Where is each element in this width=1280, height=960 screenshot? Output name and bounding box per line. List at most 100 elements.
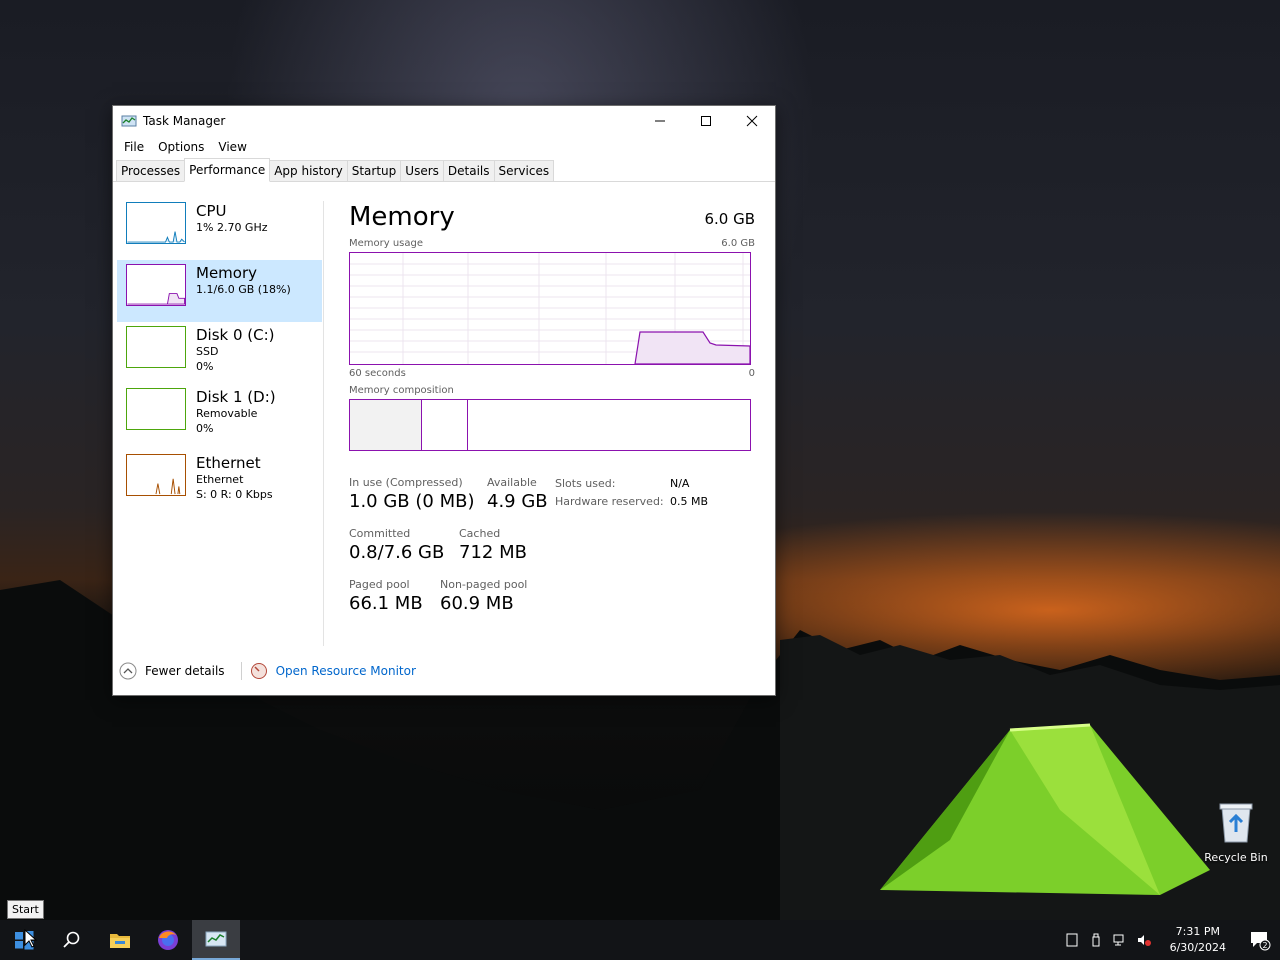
file-explorer-button[interactable] bbox=[96, 920, 144, 960]
composition-free bbox=[468, 400, 750, 450]
chevron-up-circle-icon[interactable] bbox=[119, 662, 137, 680]
disk1-title: Disk 1 (D:) bbox=[196, 388, 276, 406]
recycle-bin-label: Recycle Bin bbox=[1204, 851, 1268, 864]
tab-services[interactable]: Services bbox=[493, 160, 555, 181]
system-tray: 7:31 PM 6/30/2024 2 bbox=[1060, 920, 1280, 960]
tray-usb[interactable] bbox=[1084, 920, 1108, 960]
tray-volume[interactable] bbox=[1132, 920, 1156, 960]
window-title: Task Manager bbox=[143, 114, 226, 128]
tray-tablet[interactable] bbox=[1060, 920, 1084, 960]
close-icon bbox=[746, 115, 758, 127]
maximize-button[interactable] bbox=[683, 106, 729, 136]
tab-startup[interactable]: Startup bbox=[346, 160, 402, 181]
title-bar[interactable]: Task Manager bbox=[113, 106, 775, 136]
cpu-subtitle: 1% 2.70 GHz bbox=[196, 221, 268, 234]
minimize-icon bbox=[655, 120, 665, 122]
slots-used-label: Slots used: bbox=[555, 477, 616, 490]
disk0-usage: 0% bbox=[196, 360, 214, 373]
start-tooltip: Start bbox=[7, 900, 44, 919]
menu-file[interactable]: File bbox=[117, 140, 151, 154]
memory-total: 6.0 GB bbox=[704, 210, 755, 228]
firefox-button[interactable] bbox=[144, 920, 192, 960]
task-manager-taskbar-icon bbox=[205, 931, 227, 947]
cached-label: Cached bbox=[459, 527, 501, 540]
window-footer: Fewer details Open Resource Monitor bbox=[119, 662, 416, 680]
memory-composition-label: Memory composition bbox=[349, 385, 454, 396]
tent-image bbox=[880, 723, 1210, 895]
committed-value: 0.8/7.6 GB bbox=[349, 542, 445, 563]
notification-icon: 2 bbox=[1251, 932, 1271, 951]
action-center-button[interactable]: 2 bbox=[1240, 920, 1280, 960]
hardware-reserved-label: Hardware reserved: bbox=[555, 495, 664, 508]
ethernet-throughput: S: 0 R: 0 Kbps bbox=[196, 488, 273, 501]
memory-composition-bar bbox=[349, 399, 751, 451]
memory-subtitle: 1.1/6.0 GB (18%) bbox=[196, 283, 291, 296]
fewer-details-button[interactable]: Fewer details bbox=[145, 664, 225, 678]
recycle-bin-icon bbox=[1219, 803, 1253, 843]
disk0-type: SSD bbox=[196, 345, 219, 358]
in-use-label: In use (Compressed) bbox=[349, 476, 463, 489]
hardware-reserved-value: 0.5 MB bbox=[670, 495, 709, 508]
in-use-value: 1.0 GB (0 MB) bbox=[349, 491, 475, 512]
paged-pool-label: Paged pool bbox=[349, 578, 410, 591]
tab-details[interactable]: Details bbox=[442, 160, 495, 181]
menu-bar: File Options View bbox=[113, 136, 775, 158]
tablet-icon bbox=[1066, 933, 1078, 947]
memory-details-pane: Memory 6.0 GB Memory usage 6.0 GB 60 sec… bbox=[349, 198, 755, 655]
menu-options[interactable]: Options bbox=[151, 140, 211, 154]
available-label: Available bbox=[487, 476, 537, 489]
resource-item-disk-1[interactable]: Disk 1 (D:) Removable 0% bbox=[117, 384, 322, 450]
ethernet-thumbnail-graph bbox=[126, 454, 186, 496]
clock-time: 7:31 PM bbox=[1175, 925, 1220, 938]
resource-list: CPU 1% 2.70 GHz Memory 1.1/6.0 GB (18%) … bbox=[117, 198, 322, 512]
taskbar-clock[interactable]: 7:31 PM 6/30/2024 bbox=[1156, 924, 1240, 956]
search-button[interactable] bbox=[48, 920, 96, 960]
resource-item-ethernet[interactable]: Ethernet Ethernet S: 0 R: 0 Kbps bbox=[117, 450, 322, 512]
composition-standby bbox=[422, 400, 468, 450]
available-value: 4.9 GB bbox=[487, 491, 548, 512]
close-button[interactable] bbox=[729, 106, 775, 136]
task-manager-icon bbox=[121, 115, 137, 127]
tray-network[interactable] bbox=[1108, 920, 1132, 960]
tab-bar: Processes Performance App history Startu… bbox=[113, 158, 775, 182]
minimize-button[interactable] bbox=[637, 106, 683, 136]
search-icon bbox=[63, 931, 80, 948]
recycle-bin-desktop-icon[interactable]: Recycle Bin bbox=[1200, 800, 1272, 864]
non-paged-pool-value: 60.9 MB bbox=[440, 593, 514, 614]
taskbar: 7:31 PM 6/30/2024 2 bbox=[0, 920, 1280, 960]
composition-in-use bbox=[350, 400, 422, 450]
task-manager-taskbar-button[interactable] bbox=[192, 920, 240, 960]
tab-app-history[interactable]: App history bbox=[269, 160, 348, 181]
mouse-cursor-icon bbox=[24, 929, 38, 948]
memory-thumbnail-graph bbox=[126, 264, 186, 306]
memory-usage-graph-plot bbox=[350, 253, 750, 364]
ethernet-adapter: Ethernet bbox=[196, 473, 244, 486]
tab-processes[interactable]: Processes bbox=[116, 160, 186, 181]
pane-divider[interactable] bbox=[323, 201, 324, 646]
tab-performance[interactable]: Performance bbox=[184, 158, 271, 182]
memory-title: Memory bbox=[196, 264, 258, 282]
cpu-thumbnail-graph bbox=[126, 202, 186, 244]
firefox-icon bbox=[158, 930, 178, 950]
slots-used-value: N/A bbox=[670, 477, 690, 490]
tab-users[interactable]: Users bbox=[400, 160, 444, 181]
paged-pool-value: 66.1 MB bbox=[349, 593, 423, 614]
resource-item-cpu[interactable]: CPU 1% 2.70 GHz bbox=[117, 198, 322, 260]
resource-item-memory[interactable]: Memory 1.1/6.0 GB (18%) bbox=[117, 260, 322, 322]
folder-icon bbox=[110, 934, 130, 948]
memory-stats: In use (Compressed) 1.0 GB (0 MB) Availa… bbox=[349, 475, 755, 655]
graph-axis-left: 60 seconds bbox=[349, 368, 406, 379]
resource-item-disk-0[interactable]: Disk 0 (C:) SSD 0% bbox=[117, 322, 322, 384]
open-resource-monitor-link[interactable]: Open Resource Monitor bbox=[276, 664, 416, 678]
cpu-title: CPU bbox=[196, 202, 227, 220]
task-manager-window: Task Manager File Options View Processes… bbox=[112, 105, 776, 696]
memory-heading: Memory bbox=[349, 202, 455, 232]
clock-date: 6/30/2024 bbox=[1169, 941, 1226, 954]
cached-value: 712 MB bbox=[459, 542, 527, 563]
resource-monitor-icon bbox=[250, 663, 267, 679]
maximize-icon bbox=[701, 116, 711, 126]
menu-view[interactable]: View bbox=[211, 140, 253, 154]
volume-muted-icon bbox=[1137, 935, 1151, 946]
usb-drive-icon bbox=[1092, 933, 1100, 947]
memory-usage-graph bbox=[349, 252, 751, 365]
